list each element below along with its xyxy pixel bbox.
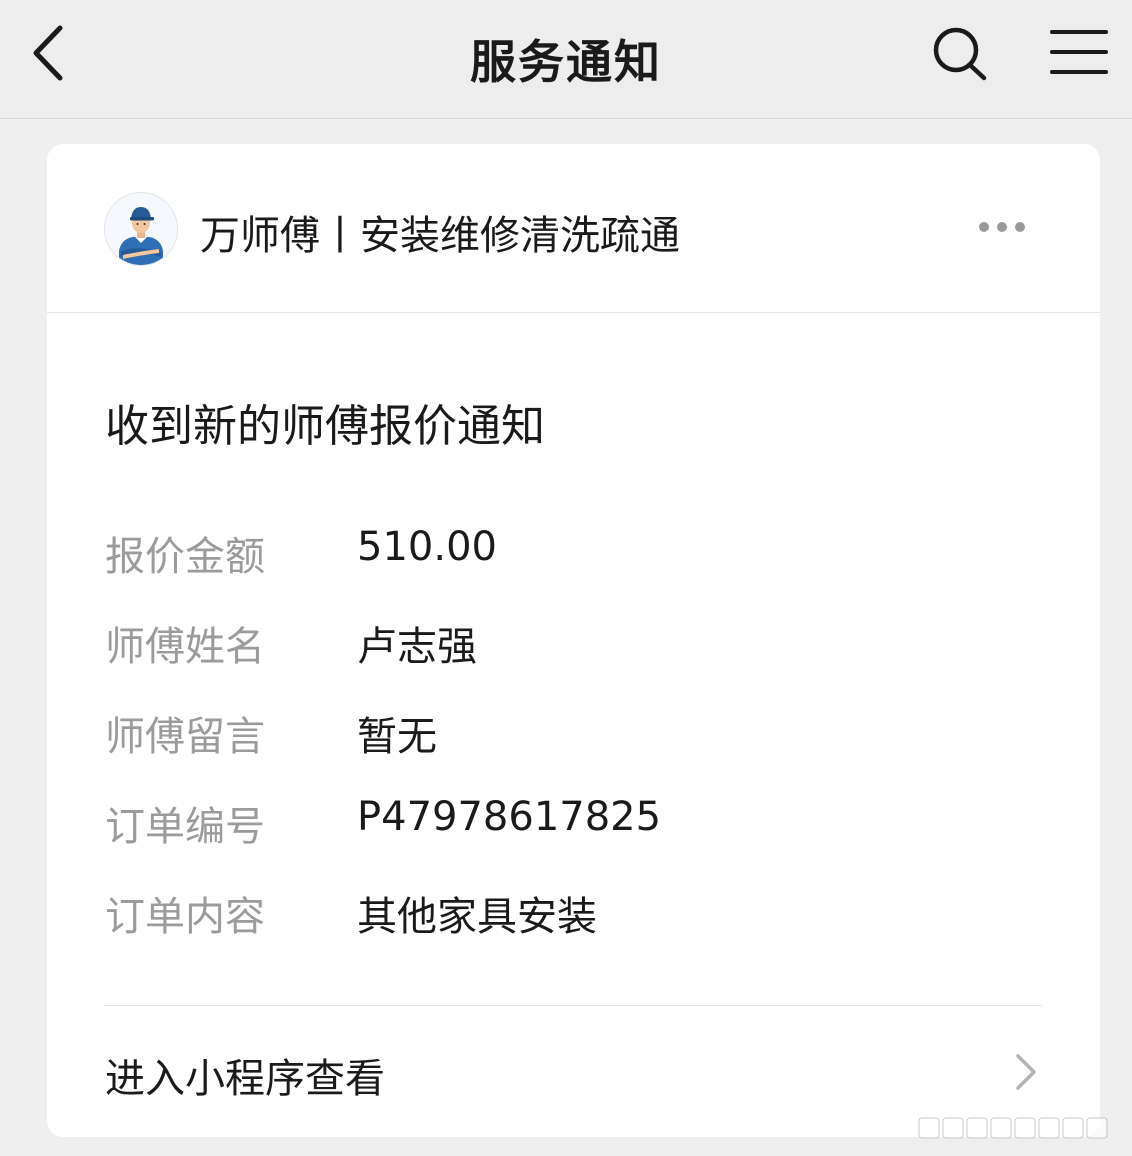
more-dot-icon (997, 222, 1007, 232)
chevron-right-icon (1016, 1054, 1036, 1090)
field-value: 暂无 (357, 714, 437, 760)
technician-avatar-icon (105, 193, 177, 265)
field-label: 报价金额 (105, 534, 265, 580)
notification-title: 收到新的师傅报价通知 (105, 401, 545, 452)
notification-card: 万师傅丨安装维修清洗疏通 收到新的师傅报价通知 报价金额 510.00 师傅姓名… (47, 144, 1100, 1137)
menu-button[interactable] (1046, 22, 1112, 82)
search-button[interactable] (928, 22, 992, 86)
field-value: 卢志强 (357, 624, 477, 670)
field-label: 师傅姓名 (105, 624, 265, 670)
field-row-technician-name: 师傅姓名 卢志强 (105, 614, 1045, 670)
field-row-technician-message: 师傅留言 暂无 (105, 704, 1045, 760)
field-label: 订单内容 (105, 894, 265, 940)
field-label: 订单编号 (105, 804, 265, 850)
more-options-button[interactable] (975, 212, 1039, 242)
field-row-quote-amount: 报价金额 510.00 (105, 524, 1045, 580)
more-dot-icon (1015, 222, 1025, 232)
card-header: 万师傅丨安装维修清洗疏通 (47, 144, 1100, 313)
hamburger-menu-icon (1050, 30, 1108, 74)
service-avatar[interactable] (104, 192, 178, 266)
open-mini-program-label: 进入小程序查看 (105, 1056, 385, 1102)
search-icon (933, 27, 987, 81)
field-label: 师傅留言 (105, 714, 265, 760)
field-row-order-number: 订单编号 P47978617825 (105, 794, 1045, 850)
more-dot-icon (979, 222, 989, 232)
watermark-icon (918, 1117, 1108, 1139)
top-navigation-bar: 服务通知 (0, 0, 1132, 119)
service-name[interactable]: 万师傅丨安装维修清洗疏通 (200, 203, 680, 261)
field-value: P47978617825 (357, 794, 662, 840)
field-value: 其他家具安装 (357, 894, 597, 940)
field-row-order-content: 订单内容 其他家具安装 (105, 884, 1045, 940)
field-value: 510.00 (357, 524, 497, 570)
